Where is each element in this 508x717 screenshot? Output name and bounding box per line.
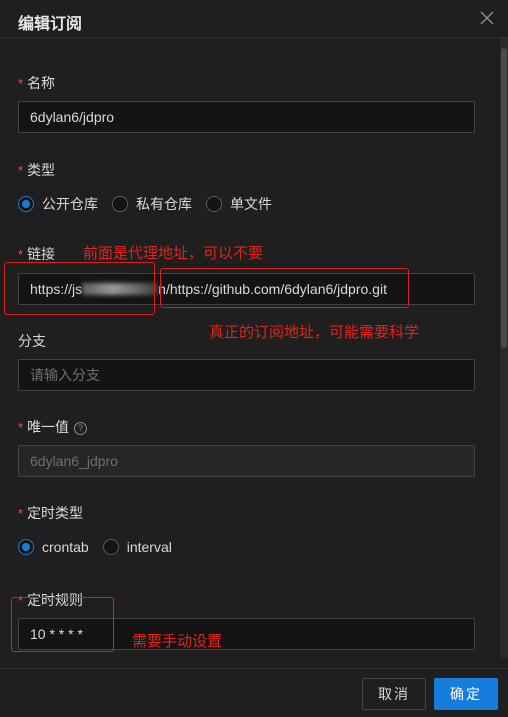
radio-checked-icon [18,539,34,555]
close-icon[interactable] [478,9,496,27]
branch-label: 分支 [18,333,46,349]
modal-title: 编辑订阅 [18,16,83,33]
required-mark: * [18,420,24,435]
modal-body: * 名称 6dylan6/jdpro * 类型 公开仓库 私有仓库 单文件 * 链接 [0,38,500,658]
type-label: * 类型 [18,162,56,178]
modal-footer: 取消 确定 [0,668,508,717]
branch-input[interactable]: 请输入分支 [18,359,475,391]
name-label: * 名称 [18,75,56,91]
radio-checked-icon [18,196,34,212]
radio-private-repo[interactable]: 私有仓库 [112,194,192,214]
radio-unchecked-icon [206,196,222,212]
radio-single-file[interactable]: 单文件 [206,194,272,214]
modal-header: 编辑订阅 [0,0,508,38]
annotation-proxy-note: 前面是代理地址，可以不要 [83,245,264,262]
scrollbar-thumb[interactable] [501,48,507,348]
radio-public-repo[interactable]: 公开仓库 [18,194,98,214]
radio-unchecked-icon [112,196,128,212]
type-radio-group: 公开仓库 私有仓库 单文件 [18,194,286,214]
cancel-button[interactable]: 取消 [362,678,426,710]
schedule-type-radio-group: crontab interval [18,539,186,555]
annotation-box-cron [11,597,114,652]
annotation-box-real-url [160,268,409,308]
edit-subscription-modal: 编辑订阅 * 名称 6dylan6/jdpro * 类型 公开仓库 私有仓库 单… [0,0,508,717]
radio-unchecked-icon [102,539,119,555]
link-label: * 链接 [18,246,56,262]
name-input[interactable]: 6dylan6/jdpro [18,101,475,133]
required-mark: * [18,506,24,521]
radio-crontab[interactable]: crontab [18,539,89,555]
annotation-cron-note: 需要手动设置 [132,633,223,650]
annotation-real-note: 真正的订阅地址，可能需要科学 [209,324,420,341]
question-icon[interactable]: ? [74,422,88,435]
modal-scrollbar[interactable] [500,38,508,658]
schedule-type-label: * 定时类型 [18,505,84,521]
required-mark: * [18,163,24,178]
required-mark: * [18,247,24,262]
radio-interval[interactable]: interval [102,539,172,555]
annotation-box-proxy [4,262,155,315]
branch-placeholder: 请输入分支 [30,367,100,383]
unique-input: 6dylan6_jdpro [18,445,475,477]
ok-button[interactable]: 确定 [434,678,498,710]
required-mark: * [18,76,24,91]
unique-label: * 唯一值? [18,417,88,437]
